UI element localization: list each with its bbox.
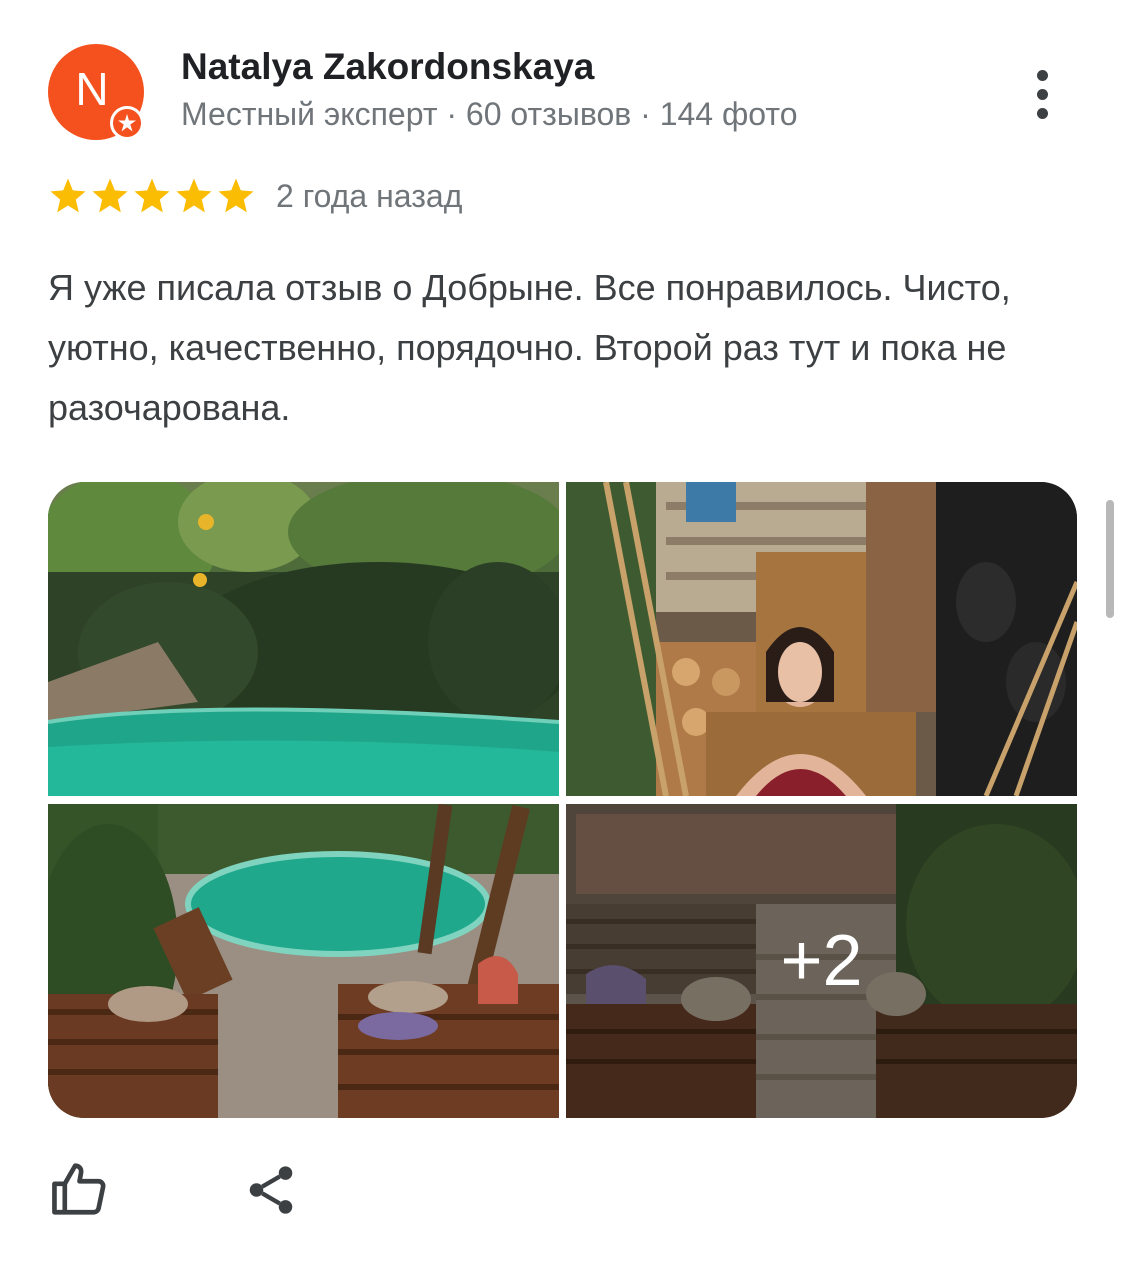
star-icon: [50, 178, 86, 213]
thumbs-up-icon: [52, 1163, 106, 1215]
avatar-letter: N: [75, 63, 109, 115]
share-icon: [249, 1166, 293, 1214]
woman-on-wooden-chair-photo[interactable]: [566, 482, 1077, 796]
star-icon: [218, 178, 254, 213]
more-vertical-icon: [1036, 69, 1048, 81]
share-button[interactable]: [242, 1160, 300, 1220]
star-icon: [176, 178, 212, 213]
more-vertical-icon-dot: [1036, 88, 1048, 100]
star-icon: [134, 178, 170, 213]
review-text: Я уже писала отзыв о Добрыне. Все понрав…: [48, 267, 1011, 428]
photo-grid: +2: [48, 482, 1077, 1118]
star-rating: [48, 176, 256, 216]
more-vertical-icon-dot: [1036, 107, 1048, 119]
courtyard-benches-photo[interactable]: +2: [566, 804, 1077, 1118]
avatar[interactable]: N: [48, 44, 144, 140]
pool-garden-photo[interactable]: [48, 482, 559, 796]
scrollbar[interactable]: [1106, 500, 1114, 618]
reviewer-name[interactable]: Natalya Zakordonskaya: [181, 46, 594, 88]
pool-and-loungers-photo[interactable]: [48, 804, 559, 1118]
review-date: 2 года назад: [276, 178, 463, 214]
reviewer-meta: Местный эксперт · 60 отзывов · 144 фото: [181, 96, 798, 132]
more-options-button[interactable]: [1020, 64, 1064, 124]
star-icon: [92, 178, 128, 213]
more-photos-count: +2: [566, 804, 1077, 1118]
like-button[interactable]: [48, 1158, 110, 1220]
local-guide-star-icon: [110, 106, 144, 140]
